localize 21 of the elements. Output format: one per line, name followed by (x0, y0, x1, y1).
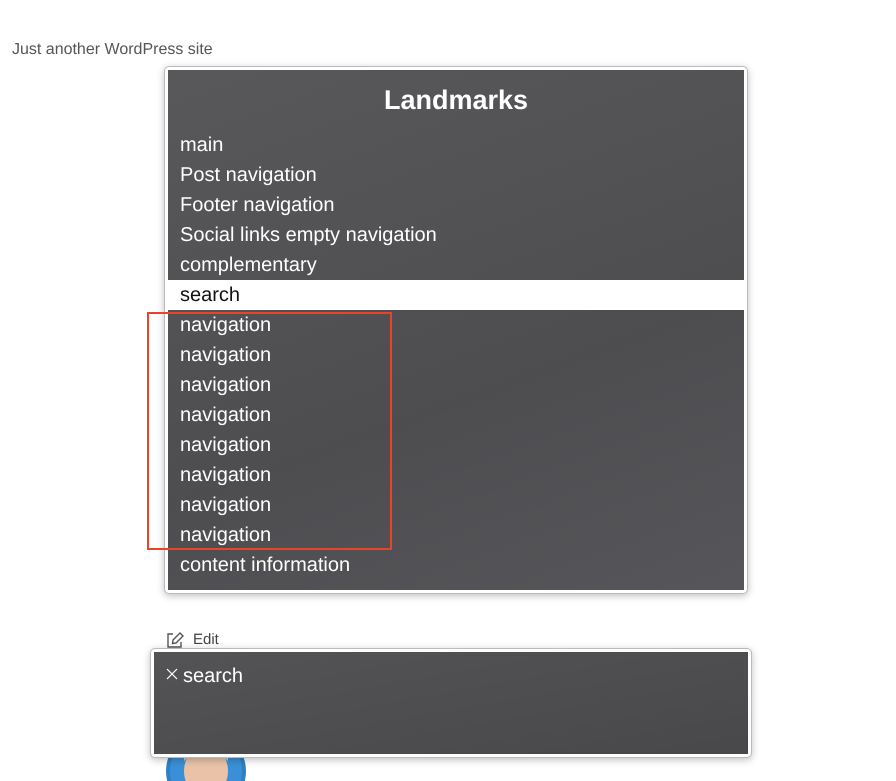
rotor-title: Landmarks (382, 84, 530, 117)
landmark-item[interactable]: navigation (168, 490, 744, 520)
landmark-item[interactable]: navigation (168, 370, 744, 400)
landmark-item[interactable]: complementary (168, 250, 744, 280)
edit-link[interactable]: Edit (193, 631, 219, 649)
caption-text: search (183, 664, 244, 688)
landmark-item[interactable]: Social links empty navigation (168, 220, 744, 250)
landmark-item[interactable]: Post navigation (168, 160, 744, 190)
landmark-item[interactable]: content information (168, 550, 744, 580)
landmark-item[interactable]: navigation (168, 310, 744, 340)
landmark-item[interactable]: Footer navigation (168, 190, 744, 220)
landmark-item[interactable]: search (168, 280, 744, 310)
landmark-item[interactable]: main (168, 130, 744, 160)
site-tagline: Just another WordPress site (12, 40, 213, 60)
landmark-item[interactable]: navigation (168, 520, 744, 550)
landmark-item[interactable]: navigation (168, 430, 744, 460)
landmark-item[interactable]: navigation (168, 340, 744, 370)
edit-icon[interactable] (166, 632, 184, 648)
landmark-item[interactable]: navigation (168, 400, 744, 430)
landmark-item[interactable]: navigation (168, 460, 744, 490)
close-icon[interactable] (166, 668, 178, 680)
